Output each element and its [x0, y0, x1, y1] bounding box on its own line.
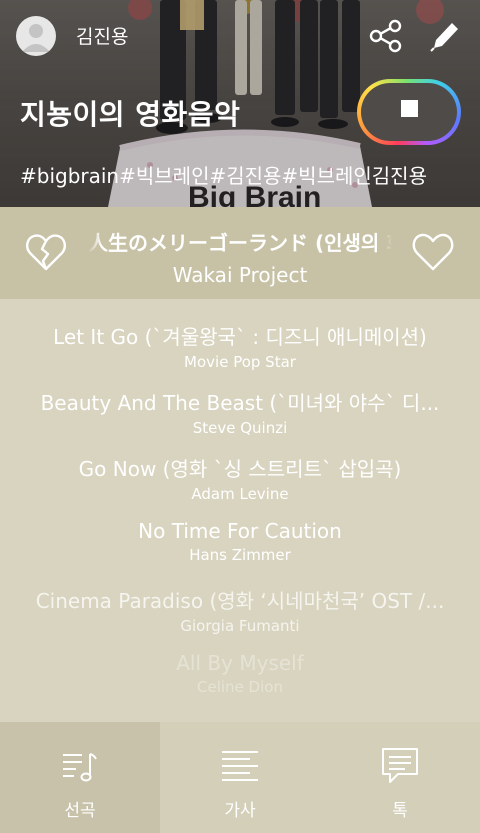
tab-chat[interactable]: 톡	[320, 722, 480, 833]
now-playing-title: 人生のメリーゴーランド (인생의 회전목마)	[88, 231, 392, 255]
lyrics-icon	[222, 751, 258, 781]
user-silhouette-icon	[22, 24, 50, 52]
music-list-icon	[63, 753, 97, 782]
queue-item[interactable]: Go Now (영화 `싱 스트리트` 삽입곡) Adam Levine	[0, 453, 480, 503]
queue-item-artist: Adam Levine	[191, 485, 289, 503]
queue-item-title: Beauty And The Beast (`미녀와 야수` 디...	[40, 391, 440, 415]
edit-button[interactable]	[428, 18, 460, 52]
pencil-icon	[430, 23, 458, 52]
queue-item[interactable]: Cinema Paradiso (영화 ‘시네마천국’ OST /... Gio…	[0, 585, 480, 635]
queue-item-title: No Time For Caution	[138, 519, 342, 543]
playlist-hashtags[interactable]: #bigbrain#빅브레인#김진용#빅브레인김진용	[20, 160, 427, 189]
queue-item-artist: Movie Pop Star	[184, 353, 296, 371]
queue-item-title: All By Myself	[176, 651, 304, 675]
share-icon	[369, 19, 402, 53]
avatar[interactable]	[16, 16, 56, 56]
tab-song-selection[interactable]: 선곡	[0, 722, 160, 833]
queue-item-artist: Giorgia Fumanti	[180, 617, 300, 635]
stop-button-inner	[361, 83, 457, 141]
queue-item-title: Go Now (영화 `싱 스트리트` 삽입곡)	[78, 457, 402, 481]
queue-item[interactable]: Let It Go (`겨울왕국` : 디즈니 애니메이션) Movie Pop…	[0, 321, 480, 371]
tab-label: 톡	[392, 801, 408, 821]
chat-icon	[382, 748, 418, 783]
tab-lyrics[interactable]: 가사	[160, 722, 320, 833]
stop-icon	[401, 100, 418, 117]
playlist-title: 지뇽이의 영화음악	[20, 98, 241, 131]
queue-item[interactable]: Beauty And The Beast (`미녀와 야수` 디... Stev…	[0, 387, 480, 437]
queue-item-artist: Hans Zimmer	[189, 546, 291, 564]
now-playing-bar: 人生のメリーゴーランド (인생의 회전목마) Wakai Project	[0, 207, 480, 299]
queue-item-title: Cinema Paradiso (영화 ‘시네마천국’ OST /...	[35, 589, 445, 613]
share-button[interactable]	[368, 18, 404, 54]
bottom-tab-bar: 선곡 가사 톡	[0, 722, 480, 833]
tab-label: 가사	[224, 801, 256, 821]
tab-label: 선곡	[64, 801, 96, 821]
queue-item-artist: Celine Dion	[197, 678, 283, 696]
playlist-header: Big Brain 김진용 지뇽이의 영화음악 #bigbrain#빅브레인#김…	[0, 0, 480, 207]
stop-button[interactable]	[357, 79, 461, 145]
queue-item[interactable]: All By Myself Celine Dion	[0, 651, 480, 696]
now-playing-artist: Wakai Project	[172, 263, 308, 287]
song-queue: Let It Go (`겨울왕국` : 디즈니 애니메이션) Movie Pop…	[0, 299, 480, 722]
owner-name[interactable]: 김진용	[76, 22, 128, 49]
queue-item-title: Let It Go (`겨울왕국` : 디즈니 애니메이션)	[53, 325, 427, 349]
queue-item[interactable]: No Time For Caution Hans Zimmer	[0, 519, 480, 564]
queue-item-artist: Steve Quinzi	[192, 419, 288, 437]
